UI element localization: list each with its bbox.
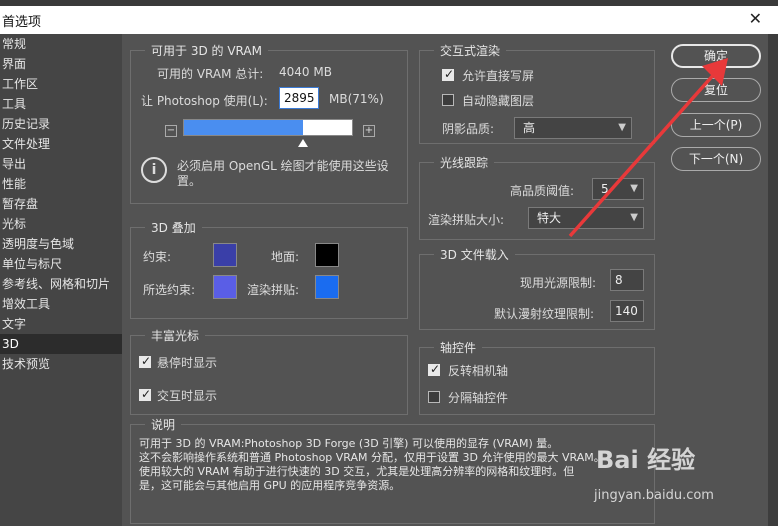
render-tile-size-label: 渲染拼贴大小: [428, 213, 505, 227]
watermark-brand: Bai 经验 [596, 446, 696, 474]
description-text: 可用于 3D 的 VRAM:Photoshop 3D Forge (3D 引擎)… [139, 437, 605, 493]
sidebar-item[interactable]: 文字 [0, 314, 122, 334]
invert-camera-axis-label: 反转相机轴 [448, 364, 509, 378]
sidebar-item[interactable]: 历史记录 [0, 114, 122, 134]
file-loading-legend: 3D 文件载入 [434, 246, 515, 263]
separate-axis-label: 分隔轴控件 [448, 391, 509, 405]
quality-threshold-value: 5 [601, 182, 609, 196]
quality-threshold-label: 高品质阈值: [510, 184, 575, 198]
render-tile-color-swatch[interactable] [315, 275, 339, 299]
diffuse-limit-label: 默认漫射纹理限制: [494, 307, 595, 321]
allow-direct-write-label: 允许直接写屏 [462, 69, 535, 83]
settings-panel: 可用于 3D 的 VRAM 可用的 VRAM 总计: 4040 MB 让 Pho… [122, 34, 662, 526]
light-limit-label: 现用光源限制: [520, 276, 597, 290]
show-on-interact-label: 交互时显示 [157, 389, 218, 403]
chevron-down-icon: ▼ [618, 122, 626, 133]
interactive-render-legend: 交互式渲染 [434, 42, 507, 59]
sidebar-item[interactable]: 单位与标尺 [0, 254, 122, 274]
baidu-watermark: Bai 经验 jingyan.baidu.com [594, 440, 714, 503]
window-edge [768, 34, 778, 526]
ray-tracer-group: 光线跟踪 高品质阈值: 5 ▼ 渲染拼贴大小: 特大 ▼ [419, 154, 655, 240]
diffuse-limit-input[interactable]: 140 [610, 300, 644, 322]
sidebar-item[interactable]: 增效工具 [0, 294, 122, 314]
render-tile-size-select[interactable]: 特大 ▼ [528, 207, 644, 229]
description-line: 使用较大的 VRAM 有助于进行快速的 3D 交互，尤其是处理高分辨率的网格和纹… [139, 465, 575, 478]
ok-button[interactable]: 确定 [671, 44, 761, 68]
title-bar: 首选项 ✕ [0, 6, 778, 34]
rich-cursor-group: 丰富光标 悬停时显示 交互时显示 [130, 327, 408, 415]
ground-label: 地面: [271, 250, 300, 264]
invert-camera-axis-checkbox[interactable] [428, 362, 440, 376]
description-group: 说明 可用于 3D 的 VRAM:Photoshop 3D Forge (3D … [130, 416, 655, 524]
vram-available-value: 4040 MB [279, 65, 332, 79]
sidebar: 常规 界面 工作区 工具 历史记录 文件处理 导出 性能 暂存盘 光标 透明度与色域 单位与标尺 参考线… [0, 34, 122, 526]
selected-constraint-label: 所选约束: [143, 283, 196, 297]
vram-minus-button[interactable]: − [165, 125, 177, 137]
vram-plus-button[interactable]: + [363, 125, 375, 137]
constraint-label: 约束: [143, 250, 172, 264]
vram-use-unit: MB(71%) [329, 92, 384, 106]
sidebar-item[interactable]: 工具 [0, 94, 122, 114]
separate-axis-checkbox[interactable] [428, 391, 440, 403]
sidebar-item[interactable]: 技术预览 [0, 354, 122, 374]
window-title: 首选项 [2, 15, 42, 30]
auto-hide-layers-checkbox[interactable] [442, 94, 454, 106]
description-legend: 说明 [145, 416, 182, 433]
sidebar-item[interactable]: 暂存盘 [0, 194, 122, 214]
ray-tracer-legend: 光线跟踪 [434, 154, 495, 171]
vram-legend: 可用于 3D 的 VRAM [145, 42, 268, 59]
close-icon[interactable]: ✕ [749, 9, 762, 28]
axis-widget-legend: 轴控件 [434, 339, 483, 356]
overlays-legend: 3D 叠加 [145, 219, 202, 236]
next-button[interactable]: 下一个(N) [671, 147, 761, 171]
sidebar-item[interactable]: 3D [0, 334, 122, 354]
vram-use-input[interactable]: 2895 [279, 87, 319, 109]
show-on-hover-checkbox[interactable] [139, 354, 151, 368]
sidebar-item[interactable]: 文件处理 [0, 134, 122, 154]
description-line: 可用于 3D 的 VRAM:Photoshop 3D Forge (3D 引擎)… [139, 437, 559, 450]
constraint-color-swatch[interactable] [213, 243, 237, 267]
vram-use-label: 让 Photoshop 使用(L): [141, 94, 268, 108]
vram-slider-handle[interactable] [298, 139, 308, 147]
vram-group: 可用于 3D 的 VRAM 可用的 VRAM 总计: 4040 MB 让 Pho… [130, 42, 408, 204]
vram-slider-track[interactable] [183, 119, 353, 136]
sidebar-item[interactable]: 透明度与色域 [0, 234, 122, 254]
sidebar-item[interactable]: 导出 [0, 154, 122, 174]
vram-available-label: 可用的 VRAM 总计: [157, 67, 264, 81]
sidebar-item[interactable]: 光标 [0, 214, 122, 234]
axis-widget-group: 轴控件 反转相机轴 分隔轴控件 [419, 339, 655, 415]
sidebar-item[interactable]: 界面 [0, 54, 122, 74]
shadow-quality-value: 高 [523, 121, 536, 135]
chevron-down-icon: ▼ [630, 183, 638, 194]
selected-constraint-color-swatch[interactable] [213, 275, 237, 299]
sidebar-item[interactable]: 性能 [0, 174, 122, 194]
description-line: 是，这可能会与其他启用 GPU 的应用程序竞争资源。 [139, 479, 401, 492]
light-limit-input[interactable]: 8 [610, 269, 644, 291]
auto-hide-layers-label: 自动隐藏图层 [462, 94, 535, 108]
watermark-url: jingyan.baidu.com [594, 488, 714, 503]
reset-button[interactable]: 复位 [671, 78, 761, 102]
sidebar-item[interactable]: 参考线、网格和切片 [0, 274, 122, 294]
previous-button[interactable]: 上一个(P) [671, 113, 761, 137]
render-tile-size-value: 特大 [537, 211, 562, 225]
quality-threshold-select[interactable]: 5 ▼ [592, 178, 644, 200]
overlays-group: 3D 叠加 约束: 地面: 所选约束: 渲染拼贴: [130, 219, 408, 319]
ground-color-swatch[interactable] [315, 243, 339, 267]
show-on-interact-checkbox[interactable] [139, 387, 151, 401]
chevron-down-icon: ▼ [630, 212, 638, 223]
vram-slider-fill [184, 120, 303, 135]
sidebar-item[interactable]: 常规 [0, 34, 122, 54]
vram-opengl-note: 必须启用 OpenGL 绘图才能使用这些设置。 [177, 159, 389, 188]
render-tile-label: 渲染拼贴: [247, 283, 300, 297]
show-on-hover-label: 悬停时显示 [157, 356, 218, 370]
rich-cursor-legend: 丰富光标 [145, 327, 206, 344]
allow-direct-write-checkbox[interactable] [442, 67, 454, 81]
file-loading-group: 3D 文件载入 现用光源限制: 8 默认漫射纹理限制: 140 [419, 246, 655, 330]
sidebar-item[interactable]: 工作区 [0, 74, 122, 94]
shadow-quality-select[interactable]: 高 ▼ [514, 117, 632, 139]
shadow-quality-label: 阴影品质: [442, 122, 495, 136]
info-icon: i [141, 157, 167, 183]
interactive-render-group: 交互式渲染 允许直接写屏 自动隐藏图层 阴影品质: 高 ▼ [419, 42, 655, 144]
description-line: 这不会影响操作系统和普通 Photoshop VRAM 分配，仅用于设置 3D … [139, 451, 605, 464]
